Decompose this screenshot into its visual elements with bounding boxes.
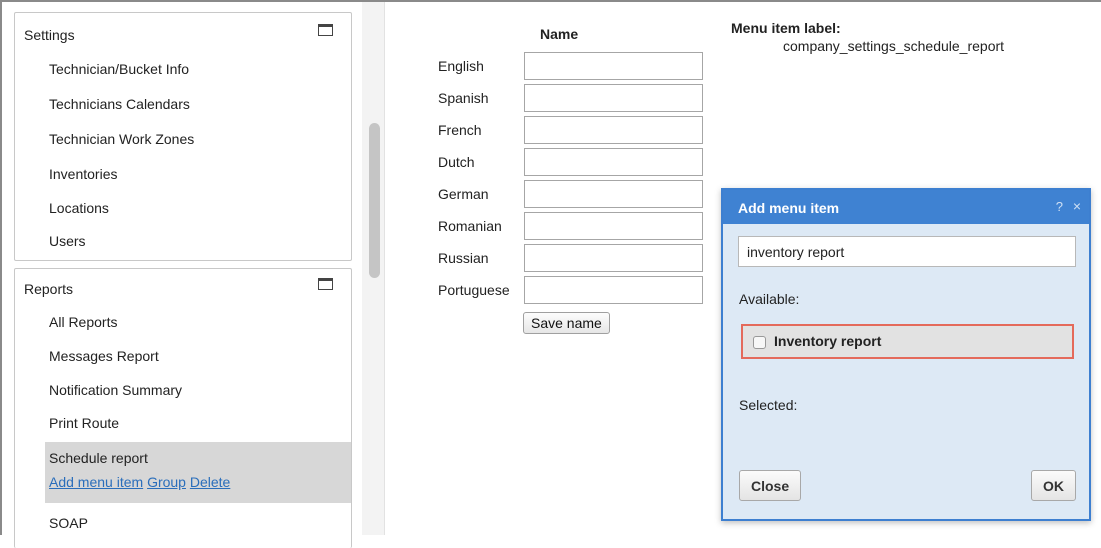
- menu-item-actions: Add menu item Group Delete: [49, 474, 230, 490]
- language-label-romanian: Romanian: [438, 218, 502, 234]
- delete-link[interactable]: Delete: [190, 474, 230, 490]
- nav-item-schedule-report[interactable]: Schedule report Add menu item Group Dele…: [45, 442, 351, 503]
- name-input-romanian[interactable]: [524, 212, 703, 240]
- left-scrollbar-thumb[interactable]: [369, 123, 380, 278]
- close-icon[interactable]: ×: [1073, 198, 1081, 214]
- content-divider: [384, 2, 385, 535]
- name-input-english[interactable]: [524, 52, 703, 80]
- name-input-russian[interactable]: [524, 244, 703, 272]
- dialog-title: Add menu item: [738, 200, 840, 216]
- nav-item-technicians-calendars[interactable]: Technicians Calendars: [49, 96, 190, 112]
- nav-item-all-reports[interactable]: All Reports: [49, 314, 117, 330]
- menu-item-label-value: company_settings_schedule_report: [783, 38, 1005, 54]
- available-label: Available:: [739, 291, 800, 307]
- help-icon[interactable]: ?: [1056, 199, 1063, 214]
- settings-panel-title: Settings: [24, 27, 75, 43]
- nav-item-print-route[interactable]: Print Route: [49, 415, 119, 431]
- language-label-english: English: [438, 58, 484, 74]
- nav-item-notification-summary[interactable]: Notification Summary: [49, 382, 182, 398]
- name-input-french[interactable]: [524, 116, 703, 144]
- name-column-header: Name: [540, 26, 579, 42]
- reports-panel-title: Reports: [24, 281, 74, 297]
- language-label-russian: Russian: [438, 250, 489, 266]
- group-link[interactable]: Group: [147, 474, 186, 490]
- reports-panel: Reports All Reports Messages Report Noti…: [14, 268, 352, 548]
- nav-item-users[interactable]: Users: [49, 233, 86, 249]
- nav-item-soap[interactable]: SOAP: [49, 515, 88, 531]
- nav-item-technician-work-zones[interactable]: Technician Work Zones: [49, 131, 194, 147]
- available-item-label: Inventory report: [774, 333, 882, 349]
- inventory-report-checkbox[interactable]: [753, 336, 766, 349]
- nav-item-technician-bucket-info[interactable]: Technician/Bucket Info: [49, 61, 189, 77]
- close-button[interactable]: Close: [739, 470, 802, 501]
- settings-panel: Settings Technician/Bucket Info Technici…: [14, 12, 352, 261]
- add-menu-item-dialog: Add menu item ? × Available: Inventory r…: [721, 188, 1091, 521]
- selected-label: Selected:: [739, 397, 798, 413]
- language-label-dutch: Dutch: [438, 154, 475, 170]
- menu-item-label-title: Menu item label:: [731, 20, 841, 36]
- nav-item-schedule-report-label: Schedule report: [49, 450, 148, 466]
- name-input-portuguese[interactable]: [524, 276, 703, 304]
- maximize-icon[interactable]: [318, 24, 333, 36]
- name-input-german[interactable]: [524, 180, 703, 208]
- ok-button[interactable]: OK: [1031, 470, 1076, 501]
- nav-item-locations[interactable]: Locations: [49, 200, 109, 216]
- available-item-inventory-report[interactable]: Inventory report: [741, 324, 1074, 359]
- nav-item-messages-report[interactable]: Messages Report: [49, 348, 159, 364]
- add-menu-item-link[interactable]: Add menu item: [49, 474, 143, 490]
- name-input-dutch[interactable]: [524, 148, 703, 176]
- save-name-button[interactable]: Save name: [523, 312, 610, 334]
- language-label-german: German: [438, 186, 489, 202]
- left-navigation: Settings Technician/Bucket Info Technici…: [2, 2, 360, 548]
- menu-item-search-input[interactable]: [738, 236, 1076, 267]
- maximize-icon[interactable]: [318, 278, 333, 290]
- nav-item-inventories[interactable]: Inventories: [49, 166, 117, 182]
- language-label-french: French: [438, 122, 482, 138]
- language-label-portuguese: Portuguese: [438, 282, 510, 298]
- language-label-spanish: Spanish: [438, 90, 489, 106]
- name-input-spanish[interactable]: [524, 84, 703, 112]
- dialog-titlebar[interactable]: Add menu item ? ×: [723, 190, 1089, 224]
